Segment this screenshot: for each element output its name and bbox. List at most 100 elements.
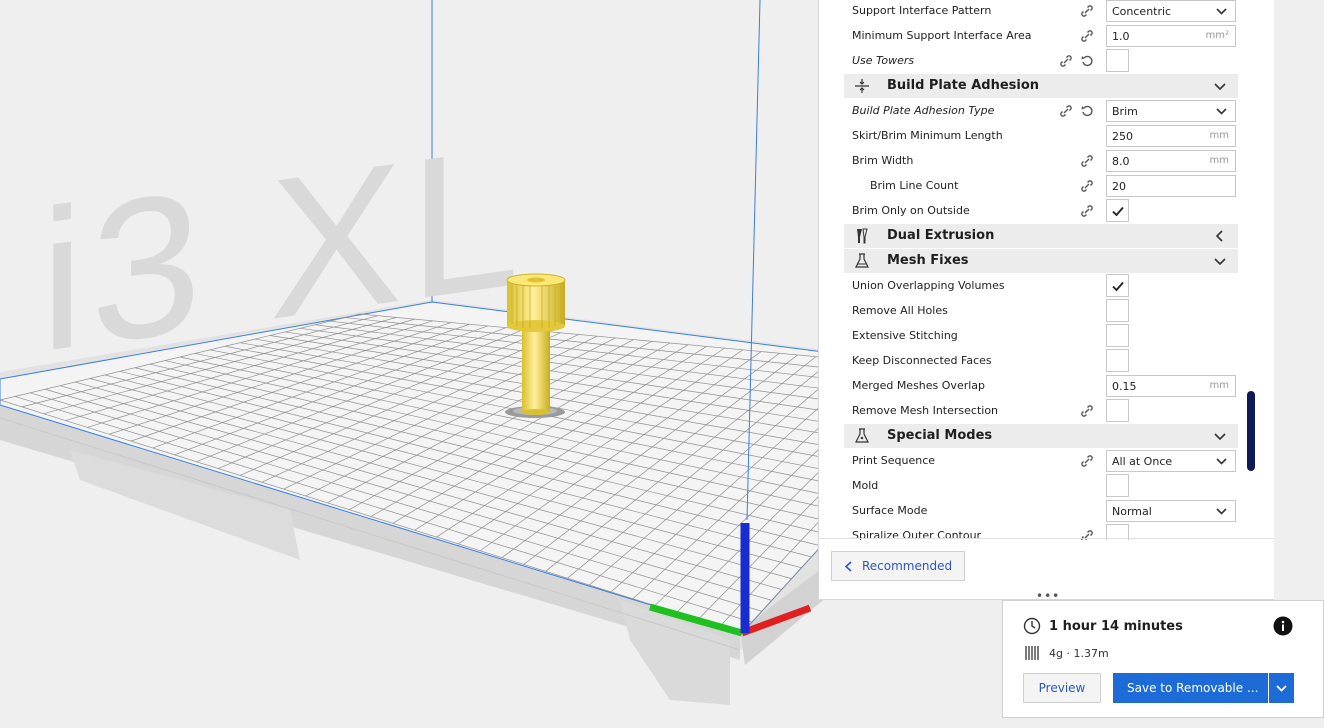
remove-mesh-intersection-checkbox[interactable] [1106, 399, 1129, 422]
brim-width-field[interactable]: 8.0 mm [1106, 150, 1236, 172]
clock-icon [1023, 617, 1041, 635]
category-mesh-fixes[interactable]: Mesh Fixes [844, 249, 1238, 273]
link-icon [1080, 154, 1094, 168]
mesh-fixes-icon [855, 253, 869, 268]
setting-use-towers: Use Towers [843, 49, 1239, 74]
chevron-down-icon [1214, 258, 1226, 266]
setting-merged-meshes-overlap: Merged Meshes Overlap 0.15 mm [843, 374, 1239, 399]
special-modes-icon [855, 428, 869, 443]
use-towers-checkbox[interactable] [1106, 49, 1129, 72]
field-unit: mm² [1205, 30, 1230, 41]
setting-label: Brim Width [852, 154, 914, 167]
select-value: Concentric [1112, 5, 1172, 18]
link-icon [1080, 404, 1094, 418]
setting-print-sequence: Print Sequence All at Once [843, 449, 1239, 474]
print-action-panel: 1 hour 14 minutes 4g · 1.37m Preview Sav… [1002, 600, 1324, 718]
keep-disconnected-checkbox[interactable] [1106, 349, 1129, 372]
adhesion-type-select[interactable]: Brim [1106, 100, 1236, 122]
save-to-removable-button[interactable]: Save to Removable ... [1113, 673, 1268, 703]
min-support-interface-area-field[interactable]: 1.0 mm² [1106, 25, 1236, 47]
field-value: 1.0 [1112, 30, 1130, 43]
dual-extrusion-icon [857, 228, 868, 244]
link-icon [1080, 179, 1094, 193]
brim-only-outside-checkbox[interactable] [1106, 199, 1129, 222]
setting-remove-all-holes: Remove All Holes [843, 299, 1239, 324]
setting-skirt-brim-min-length: Skirt/Brim Minimum Length 250 mm [843, 124, 1239, 149]
setting-label: Keep Disconnected Faces [852, 354, 992, 367]
category-label: Special Modes [887, 428, 993, 443]
link-icon [1059, 54, 1073, 68]
setting-label: Support Interface Pattern [852, 4, 992, 17]
setting-label: Extensive Stitching [852, 329, 958, 342]
settings-scrollbar[interactable] [1247, 391, 1255, 471]
chevron-down-icon [1276, 685, 1287, 692]
setting-brim-width: Brim Width 8.0 mm [843, 149, 1239, 174]
setting-label: Skirt/Brim Minimum Length [852, 129, 1003, 142]
brim-line-count-field[interactable]: 20 [1106, 175, 1236, 197]
checkmark-icon [1112, 281, 1124, 292]
save-options-dropdown[interactable] [1269, 673, 1294, 703]
skirt-brim-min-length-field[interactable]: 250 mm [1106, 125, 1236, 147]
chevron-down-icon [1216, 458, 1227, 465]
adhesion-icon [855, 79, 869, 93]
surface-mode-select[interactable]: Normal [1106, 500, 1236, 522]
chevron-down-icon [1214, 433, 1226, 441]
category-special-modes[interactable]: Special Modes [844, 424, 1238, 448]
setting-extensive-stitching: Extensive Stitching [843, 324, 1239, 349]
select-value: Brim [1112, 105, 1138, 118]
setting-min-support-interface-area: Minimum Support Interface Area 1.0 mm² [843, 24, 1239, 49]
union-overlapping-checkbox[interactable] [1106, 274, 1129, 297]
setting-brim-only-outside: Brim Only on Outside [843, 199, 1239, 224]
category-label: Mesh Fixes [887, 253, 969, 268]
field-unit: mm [1209, 380, 1229, 391]
setting-keep-disconnected: Keep Disconnected Faces [843, 349, 1239, 374]
field-value: 0.15 [1112, 380, 1137, 393]
chevron-left-icon [1215, 230, 1223, 242]
setting-remove-mesh-intersection: Remove Mesh Intersection [843, 399, 1239, 424]
chevron-down-icon [1214, 83, 1226, 91]
setting-label: Brim Only on Outside [852, 204, 970, 217]
field-value: 8.0 [1112, 155, 1130, 168]
setting-label: Surface Mode [852, 504, 928, 517]
checkmark-icon [1112, 206, 1124, 217]
reset-icon[interactable] [1080, 54, 1094, 68]
chevron-down-icon [1216, 508, 1227, 515]
link-icon [1080, 204, 1094, 218]
recommended-label: Recommended [862, 559, 953, 573]
settings-list[interactable]: Support Interface Pattern Concentric Min… [843, 0, 1239, 540]
category-label: Build Plate Adhesion [887, 78, 1040, 93]
setting-label: Build Plate Adhesion Type [852, 104, 995, 117]
print-settings-panel: Support Interface Pattern Concentric Min… [818, 0, 1274, 603]
info-icon[interactable] [1273, 616, 1293, 636]
print-time: 1 hour 14 minutes [1049, 619, 1183, 634]
setting-label: Use Towers [852, 54, 915, 67]
mold-checkbox[interactable] [1106, 474, 1129, 497]
select-value: Normal [1112, 505, 1152, 518]
setting-brim-line-count: Brim Line Count 20 [843, 174, 1239, 199]
print-sequence-select[interactable]: All at Once [1106, 450, 1236, 472]
recommended-button[interactable]: Recommended [831, 551, 965, 581]
setting-surface-mode: Surface Mode Normal [843, 499, 1239, 524]
support-interface-pattern-select[interactable]: Concentric [1106, 0, 1236, 22]
link-icon [1059, 104, 1073, 118]
link-icon [1080, 4, 1094, 18]
merged-meshes-overlap-field[interactable]: 0.15 mm [1106, 375, 1236, 397]
remove-all-holes-checkbox[interactable] [1106, 299, 1129, 322]
category-build-plate-adhesion[interactable]: Build Plate Adhesion [844, 74, 1238, 98]
chevron-left-icon [844, 561, 852, 572]
field-value: 250 [1112, 130, 1133, 143]
field-unit: mm [1209, 155, 1229, 166]
preview-button[interactable]: Preview [1023, 673, 1101, 703]
reset-icon[interactable] [1080, 104, 1094, 118]
category-dual-extrusion[interactable]: Dual Extrusion [844, 224, 1238, 248]
link-icon [1080, 454, 1094, 468]
chevron-down-icon [1216, 108, 1227, 115]
setting-label: Minimum Support Interface Area [852, 29, 1032, 42]
setting-union-overlapping: Union Overlapping Volumes [843, 274, 1239, 299]
setting-label: Brim Line Count [870, 179, 959, 192]
setting-support-interface-pattern: Support Interface Pattern Concentric [843, 0, 1239, 24]
chevron-down-icon [1216, 8, 1227, 15]
filament-spool-icon [1025, 646, 1039, 660]
extensive-stitching-checkbox[interactable] [1106, 324, 1129, 347]
setting-label: Remove All Holes [852, 304, 948, 317]
